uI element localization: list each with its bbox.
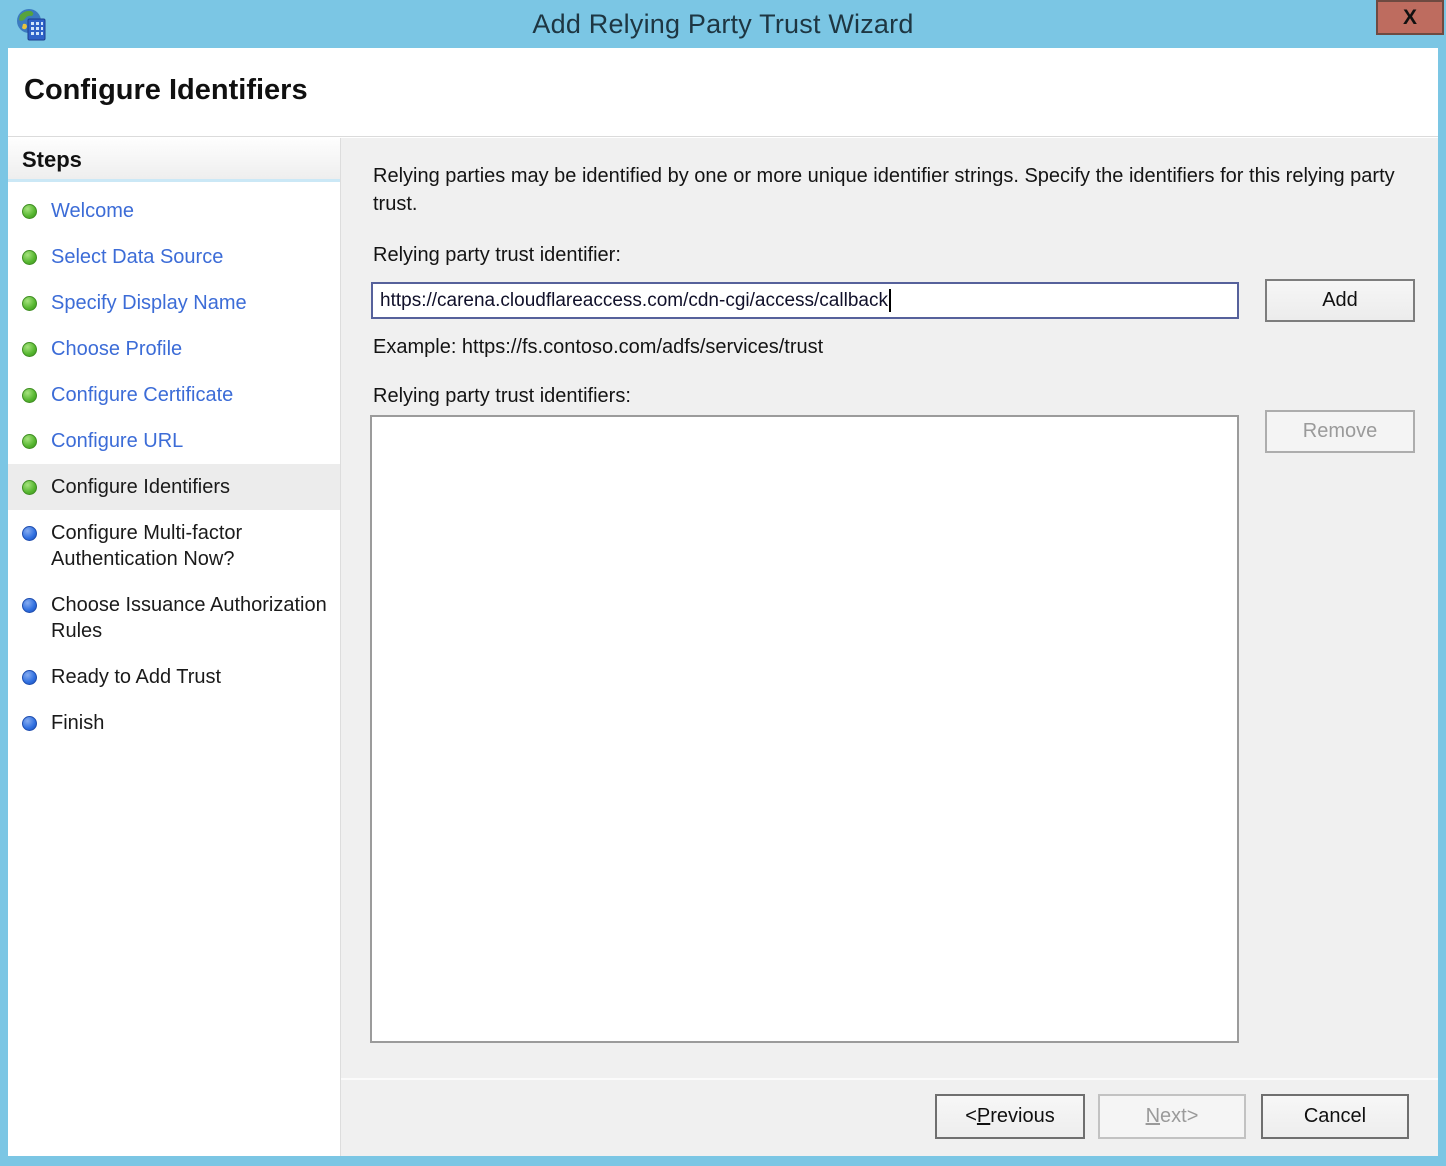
steps-sidebar: Steps Welcome Select Data Source Specify…: [8, 138, 341, 1156]
sidebar-item-select-data-source[interactable]: Select Data Source: [8, 234, 340, 280]
sidebar-item-choose-profile[interactable]: Choose Profile: [8, 326, 340, 372]
main-area: Steps Welcome Select Data Source Specify…: [8, 138, 1438, 1156]
step-done-bullet-icon: [22, 250, 37, 265]
close-icon: X: [1403, 7, 1417, 28]
sidebar-item-configure-certificate[interactable]: Configure Certificate: [8, 372, 340, 418]
identifier-input-value: https://carena.cloudflareaccess.com/cdn-…: [380, 290, 888, 312]
identifiers-listbox[interactable]: [370, 415, 1239, 1043]
sidebar-item-configure-url[interactable]: Configure URL: [8, 418, 340, 464]
footer-bar: < Previous Next > Cancel: [341, 1078, 1438, 1156]
steps-heading: Steps: [8, 138, 340, 182]
window-title: Add Relying Party Trust Wizard: [0, 9, 1446, 40]
page-title: Configure Identifiers: [24, 74, 308, 107]
wizard-window: Add Relying Party Trust Wizard X Configu…: [0, 0, 1446, 1166]
content-panel: Relying parties may be identified by one…: [341, 138, 1438, 1156]
step-done-bullet-icon: [22, 342, 37, 357]
identifiers-list-label: Relying party trust identifiers:: [373, 385, 631, 408]
step-done-bullet-icon: [22, 434, 37, 449]
close-button[interactable]: X: [1376, 0, 1444, 35]
step-done-bullet-icon: [22, 204, 37, 219]
relying-party-identifier-input[interactable]: https://carena.cloudflareaccess.com/cdn-…: [371, 282, 1239, 319]
step-upcoming-bullet-icon: [22, 526, 37, 541]
sidebar-item-welcome[interactable]: Welcome: [8, 188, 340, 234]
sidebar-item-configure-multi-factor: Configure Multi-factor Authentication No…: [8, 510, 340, 582]
titlebar[interactable]: Add Relying Party Trust Wizard X: [0, 0, 1446, 48]
sidebar-item-choose-issuance-rules: Choose Issuance Authorization Rules: [8, 582, 340, 654]
step-current-bullet-icon: [22, 480, 37, 495]
example-text: Example: https://fs.contoso.com/adfs/ser…: [373, 336, 823, 359]
add-button[interactable]: Add: [1265, 279, 1415, 322]
step-done-bullet-icon: [22, 296, 37, 311]
sidebar-item-specify-display-name[interactable]: Specify Display Name: [8, 280, 340, 326]
page-header: Configure Identifiers: [8, 48, 1438, 137]
sidebar-item-configure-identifiers[interactable]: Configure Identifiers: [8, 464, 340, 510]
steps-list: Welcome Select Data Source Specify Displ…: [8, 182, 340, 746]
text-caret: [889, 289, 891, 312]
step-upcoming-bullet-icon: [22, 598, 37, 613]
identifier-label: Relying party trust identifier:: [373, 244, 621, 267]
previous-button[interactable]: < Previous: [935, 1094, 1085, 1139]
step-upcoming-bullet-icon: [22, 716, 37, 731]
next-button[interactable]: Next >: [1098, 1094, 1246, 1139]
sidebar-item-ready-to-add-trust: Ready to Add Trust: [8, 654, 340, 700]
remove-button[interactable]: Remove: [1265, 410, 1415, 453]
cancel-button[interactable]: Cancel: [1261, 1094, 1409, 1139]
page-description: Relying parties may be identified by one…: [373, 162, 1395, 218]
step-done-bullet-icon: [22, 388, 37, 403]
step-upcoming-bullet-icon: [22, 670, 37, 685]
sidebar-item-finish: Finish: [8, 700, 340, 746]
dialog-frame: Configure Identifiers Steps Welcome Sele…: [8, 48, 1438, 1156]
